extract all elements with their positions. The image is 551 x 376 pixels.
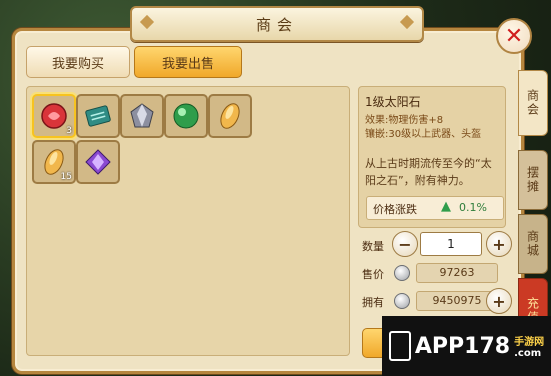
silver-coin-icon: [394, 265, 410, 281]
item-inlay: 镶嵌:30级以上武器、头盔: [365, 129, 482, 140]
quantity-label: 数量: [362, 240, 384, 253]
price-trend: 价格涨跌 ▲ 0.1%: [366, 196, 504, 220]
add-funds-button[interactable]: +: [486, 288, 512, 314]
minus-icon: −: [398, 234, 412, 254]
side-tab-label: 商会: [525, 89, 540, 117]
tab-buy-label: 我要购买: [51, 56, 104, 72]
decrease-button[interactable]: −: [392, 231, 418, 257]
close-icon: ✕: [504, 23, 524, 49]
watermark: APP178 手游网 .com: [382, 316, 551, 376]
inventory-slot[interactable]: [208, 94, 252, 138]
purple-crystal-icon: [85, 149, 111, 175]
owned-label: 拥有: [362, 296, 384, 309]
side-tab-stall[interactable]: 摆摊: [518, 150, 548, 210]
title-bar: 商会: [130, 6, 424, 42]
price-trend-label: 价格涨跌: [373, 203, 417, 216]
ornament-right-icon: [399, 14, 415, 30]
slot-quantity: 3: [66, 126, 72, 136]
increase-button[interactable]: +: [486, 231, 512, 257]
quantity-field[interactable]: 1: [420, 232, 482, 256]
side-tab-chamber[interactable]: 商会: [518, 70, 548, 136]
quantity-value: 1: [447, 237, 455, 251]
plus-icon: +: [492, 234, 506, 254]
inventory-slot[interactable]: 3: [32, 94, 76, 138]
tab-sell-label: 我要出售: [161, 56, 214, 72]
inventory-slot[interactable]: 15: [32, 140, 76, 184]
slot-quantity: 15: [60, 172, 72, 182]
jade-book-icon: [85, 105, 111, 127]
ornament-left-icon: [139, 14, 155, 30]
phone-icon: [388, 331, 411, 361]
watermark-domain: .com: [514, 348, 542, 359]
crystal-gem-icon: [130, 103, 154, 128]
side-tab-label: 商城: [525, 230, 540, 258]
price-label: 售价: [362, 268, 384, 281]
plus-icon: +: [492, 291, 506, 311]
price-value: 97263: [416, 263, 498, 283]
inventory-slot[interactable]: [76, 94, 120, 138]
silver-coin-icon: [394, 293, 410, 309]
sun-stone-icon: [220, 103, 240, 129]
tab-buy[interactable]: 我要购买: [26, 46, 130, 78]
item-name: 1级太阳石: [365, 95, 421, 109]
watermark-text: APP178: [414, 333, 511, 359]
tab-sell[interactable]: 我要出售: [134, 46, 242, 78]
page-title: 商会: [255, 15, 298, 34]
inventory-slot[interactable]: [164, 94, 208, 138]
item-effect: 效果:物理伤害+8: [365, 115, 444, 126]
side-tab-mall[interactable]: 商城: [518, 214, 548, 274]
trend-up-icon: ▲: [441, 199, 451, 214]
price-trend-value: 0.1%: [459, 201, 487, 214]
red-gem-icon: [41, 103, 67, 129]
inventory-slot[interactable]: [76, 140, 120, 184]
watermark-sub: 手游网: [514, 337, 545, 348]
inventory-slot[interactable]: [120, 94, 164, 138]
close-button[interactable]: ✕: [496, 18, 532, 54]
item-description: 从上古时期流传至今的“太阳之石”，附有神力。: [365, 157, 492, 187]
side-tab-label: 摆摊: [525, 166, 540, 194]
green-pearl-icon: [173, 103, 199, 129]
